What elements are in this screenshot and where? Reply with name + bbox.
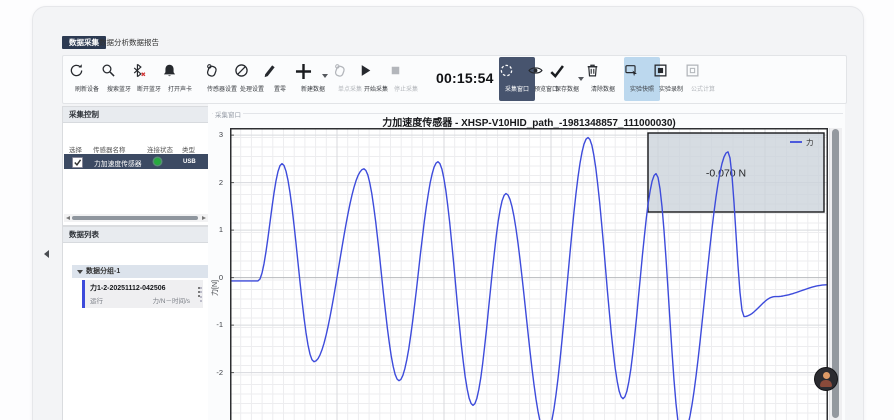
data-list-title: 数据列表 [63, 227, 209, 243]
data-list-panel: 数据列表 数据分组-1 力1-2-20251112-042506 运行 力/N－… [62, 226, 210, 420]
save-data-dropdown-caret[interactable] [578, 77, 584, 81]
bell-icon [162, 63, 198, 83]
legend-label: 力 [806, 137, 814, 147]
item-accent-bar [82, 280, 85, 308]
col-conn-status: 连接状态 [147, 144, 173, 154]
open-soundcard-button[interactable]: 打开声卡 [162, 57, 198, 101]
data-item[interactable]: 力1-2-20251112-042506 运行 力/N－时间/s [82, 280, 203, 308]
plus-icon [295, 63, 331, 83]
col-type: 类型 [182, 144, 195, 154]
refresh-device-button[interactable]: 刷新设备 [69, 57, 105, 101]
clear-data-button[interactable]: 清除数据 [585, 57, 621, 101]
person-icon [823, 372, 830, 379]
record-icon [653, 63, 689, 83]
formula-calc-button[interactable]: 公式计算 [685, 57, 721, 101]
col-select: 选择 [69, 144, 82, 154]
collect-control-panel: 采集控制 选择 传感器名称 连接状态 类型 力加速度传感器 USB [62, 106, 210, 226]
col-sensor-name: 传感器名称 [93, 144, 126, 154]
expand-triangle-icon [77, 270, 83, 274]
collapse-panel-icon[interactable] [44, 250, 49, 258]
tab-data-report[interactable]: 数据报告 [122, 36, 166, 49]
stop-icon [388, 63, 424, 83]
y-tick-label: -1 [206, 320, 223, 329]
sensor-row[interactable]: 力加速度传感器 USB [64, 154, 208, 169]
y-tick-label: 1 [206, 225, 223, 234]
data-group-row[interactable]: 数据分组-1 [72, 265, 216, 278]
sensor-type: USB [183, 159, 196, 165]
formula-icon [685, 63, 721, 83]
trash-icon [585, 63, 621, 83]
data-item-title: 力1-2-20251112-042506 [90, 283, 166, 293]
y-tick-label: -2 [206, 368, 223, 377]
sensor-name: 力加速度传感器 [94, 158, 142, 168]
experiment-record-button[interactable]: 实验录制 [653, 57, 689, 101]
scroll-left-icon[interactable] [66, 216, 70, 220]
assistant-avatar-button[interactable] [814, 367, 838, 391]
data-item-axes: 力/N－时间/s [152, 295, 190, 305]
app-window: 数据采集 数据分析 数据报告 刷新设备 搜索蓝牙 断开蓝牙 打开声卡 传感器设置… [0, 0, 894, 420]
y-axis-label: 力[N] [210, 267, 220, 309]
y-tick-label: 2 [206, 178, 223, 187]
refresh-icon [69, 63, 105, 83]
horizontal-scrollbar[interactable] [64, 214, 208, 222]
stop-collect-button[interactable]: 停止采集 [388, 57, 424, 101]
waveform-chart[interactable]: -0.070 N 力 [230, 128, 828, 420]
splitter-grip[interactable] [199, 284, 202, 302]
marker-pen-icon [262, 63, 298, 83]
zero-button[interactable]: 置零 [262, 57, 298, 101]
selection-value: -0.070 N [706, 168, 746, 180]
new-data-dropdown-caret[interactable] [322, 74, 328, 78]
hscroll-thumb[interactable] [72, 216, 198, 220]
elapsed-timer: 00:15:54 [436, 70, 496, 86]
data-item-status: 运行 [90, 295, 103, 305]
chart-title: 力加速度传感器 - XHSP-V10HID_path_-1981348857_1… [230, 114, 828, 129]
sensor-checkbox[interactable] [72, 157, 83, 168]
collect-control-title: 采集控制 [63, 107, 209, 123]
status-dot [154, 158, 161, 165]
scroll-right-icon[interactable] [202, 216, 206, 220]
y-tick-label: 3 [206, 130, 223, 139]
new-data-button[interactable]: 新建数据 [295, 57, 331, 101]
